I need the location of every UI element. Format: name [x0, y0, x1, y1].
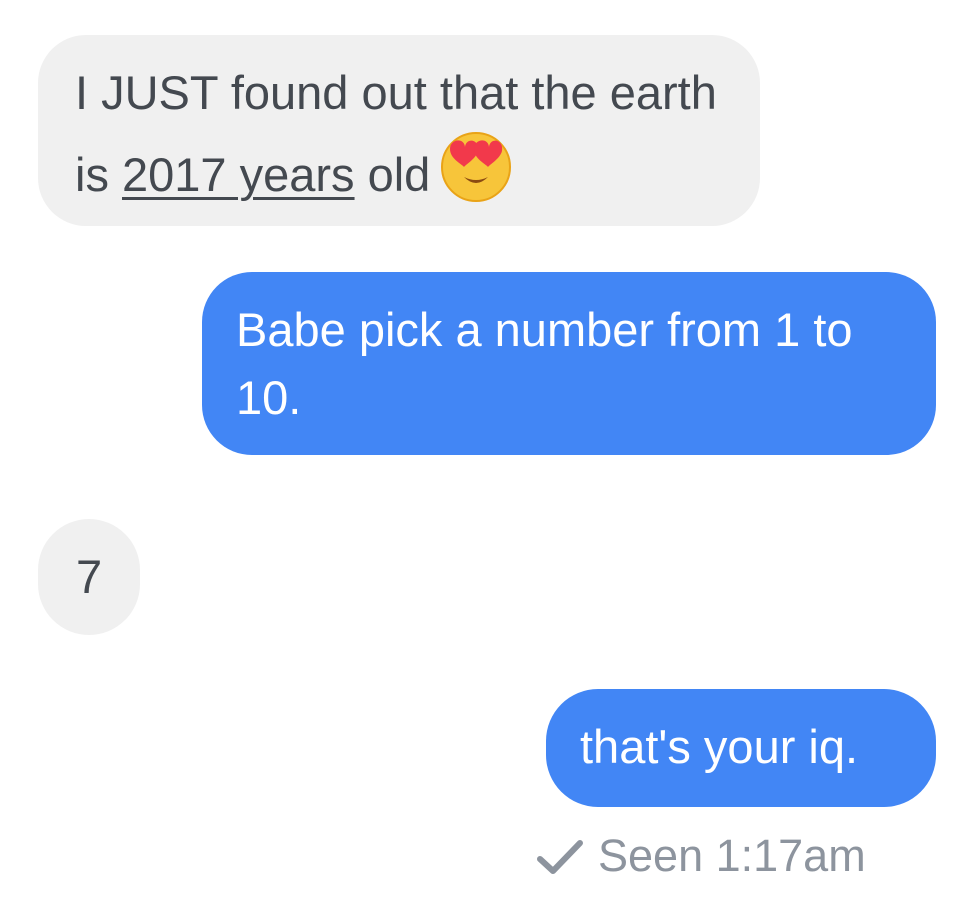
- heart-eyes-face-icon: [438, 127, 514, 221]
- sent-message-bubble[interactable]: that's your iq.: [546, 689, 936, 807]
- message-text: old: [354, 148, 431, 201]
- checkmark-icon: [536, 836, 584, 876]
- seen-timestamp: Seen 1:17am: [598, 830, 866, 881]
- received-message-bubble[interactable]: I JUST found out that the earth is 2017 …: [38, 35, 760, 226]
- message-text: Babe pick a number from 1 to 10.: [236, 303, 853, 424]
- read-receipt: Seen 1:17am: [536, 826, 866, 886]
- message-text: 7: [76, 550, 103, 603]
- received-message-bubble[interactable]: 7: [38, 519, 140, 635]
- message-text: that's your iq.: [580, 720, 859, 773]
- message-link[interactable]: 2017 years: [122, 148, 355, 201]
- sent-message-bubble[interactable]: Babe pick a number from 1 to 10.: [202, 272, 936, 455]
